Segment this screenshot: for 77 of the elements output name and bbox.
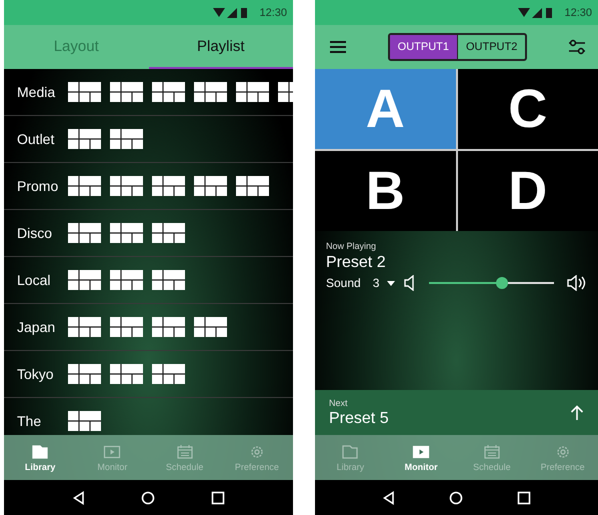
status-time: 12:30 xyxy=(259,6,287,18)
sound-label: Sound xyxy=(326,276,361,290)
layout-grid-icon[interactable] xyxy=(110,223,143,243)
layout-grid-icon[interactable] xyxy=(194,317,227,337)
playlist-name: Disco xyxy=(17,225,54,241)
zone-tile[interactable]: B xyxy=(315,151,456,231)
layout-grid-icon[interactable] xyxy=(152,270,185,290)
layout-grid-icon[interactable] xyxy=(110,317,143,337)
folder-icon xyxy=(341,444,360,460)
layout-grid-icon[interactable] xyxy=(68,364,101,384)
layout-grid-icon[interactable] xyxy=(152,364,185,384)
zone-tile[interactable]: D xyxy=(458,151,598,231)
recents-icon[interactable] xyxy=(211,490,226,504)
layout-grid-icon[interactable] xyxy=(110,270,143,290)
layout-grid-icon[interactable] xyxy=(110,82,143,102)
nav-tab[interactable]: Preference xyxy=(220,435,293,480)
back-icon[interactable] xyxy=(72,490,86,504)
layout-grid-icon[interactable] xyxy=(68,82,101,102)
layout-grid-icon[interactable] xyxy=(152,82,185,102)
caret-icon xyxy=(387,280,396,286)
playlist-name: The xyxy=(17,413,42,429)
nav-tab[interactable]: Monitor xyxy=(386,435,456,480)
output-button[interactable]: OUTPUT2 xyxy=(457,35,526,59)
nav-tab[interactable]: Schedule xyxy=(148,435,221,480)
layout-grid-icon[interactable] xyxy=(68,270,101,290)
home-icon[interactable] xyxy=(449,490,464,504)
zone-tile[interactable]: C xyxy=(458,69,598,149)
playlist-name: Outlet xyxy=(17,131,56,147)
layout-grid-icon[interactable] xyxy=(68,223,101,243)
layout-grid-icon[interactable] xyxy=(110,176,143,196)
menu-icon[interactable] xyxy=(329,40,347,54)
playlist-name: Japan xyxy=(17,319,56,335)
home-icon[interactable] xyxy=(141,490,156,504)
volume-slider[interactable] xyxy=(429,277,554,289)
folder-icon xyxy=(31,444,50,460)
nav-tab[interactable]: Library xyxy=(4,435,76,480)
recents-icon[interactable] xyxy=(517,490,532,504)
filter-settings-icon[interactable] xyxy=(568,39,586,55)
tab[interactable]: Playlist xyxy=(148,25,293,69)
layout-grid-icon[interactable] xyxy=(236,82,269,102)
layout-grid-icon[interactable] xyxy=(68,176,101,196)
tab[interactable]: Layout xyxy=(4,25,148,69)
layout-grid-icon[interactable] xyxy=(194,176,227,196)
next-title: Preset 5 xyxy=(329,410,389,428)
video-icon xyxy=(412,444,430,460)
volume-thumb[interactable] xyxy=(496,277,508,289)
sound-dropdown[interactable]: 3 xyxy=(372,276,396,290)
arrow-up-icon[interactable] xyxy=(570,404,584,420)
layout-grid-icon[interactable] xyxy=(110,129,143,149)
layout-grid-icon[interactable] xyxy=(68,317,101,337)
nav-tab[interactable]: Monitor xyxy=(76,435,148,480)
layout-grid-icon[interactable] xyxy=(68,129,101,149)
calendar-icon xyxy=(176,444,194,460)
now-playing-title: Preset 2 xyxy=(326,254,387,272)
layout-grid-icon[interactable] xyxy=(110,364,143,384)
next-heading: Next xyxy=(329,398,349,408)
nav-tab[interactable]: Schedule xyxy=(456,435,528,480)
playlist-name: Local xyxy=(17,272,52,288)
back-icon[interactable] xyxy=(382,490,396,504)
playlist-name: Tokyo xyxy=(17,366,55,382)
nav-tab[interactable]: Preference xyxy=(527,435,598,480)
zone-tile[interactable]: A xyxy=(315,69,456,149)
video-icon xyxy=(103,444,122,460)
playlist-name: Media xyxy=(17,84,56,100)
layout-grid-icon[interactable] xyxy=(152,223,185,243)
output-button[interactable]: OUTPUT1 xyxy=(390,35,457,59)
layout-grid-icon[interactable] xyxy=(236,176,269,196)
playlist-name: Promo xyxy=(17,178,59,194)
layout-grid-icon[interactable] xyxy=(68,411,101,431)
layout-grid-icon[interactable] xyxy=(152,176,185,196)
layout-grid-icon[interactable] xyxy=(194,82,227,102)
status-time: 12:30 xyxy=(564,6,592,18)
now-playing-heading: Now Playing xyxy=(326,241,378,251)
nav-tab[interactable]: Library xyxy=(315,435,386,480)
layout-grid-icon[interactable] xyxy=(152,317,185,337)
speaker-loud-icon[interactable] xyxy=(566,275,588,291)
calendar-icon xyxy=(482,444,501,460)
